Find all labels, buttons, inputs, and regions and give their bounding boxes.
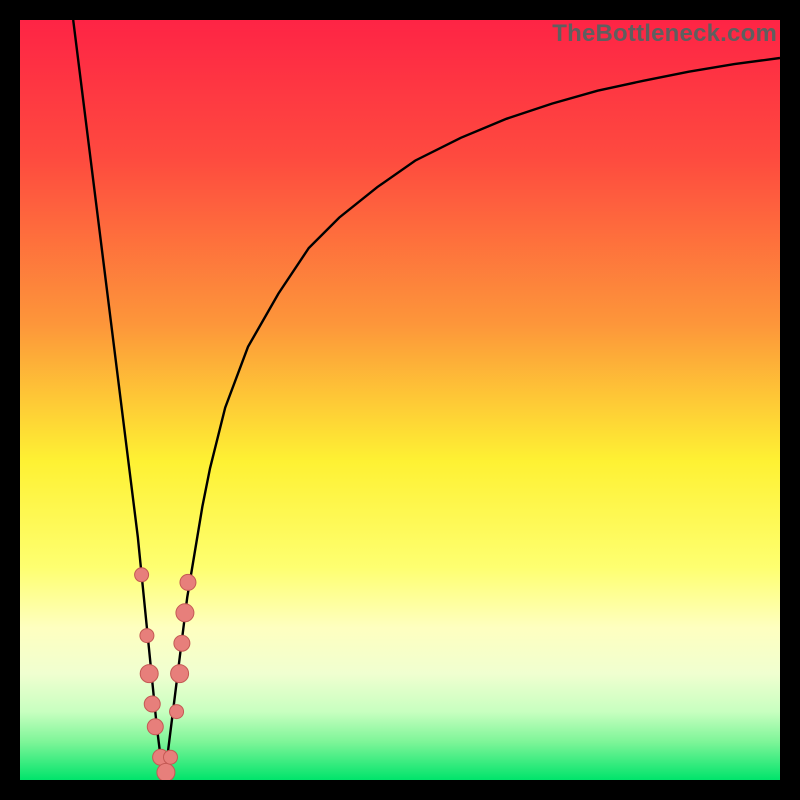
scatter-dot [147,719,163,735]
background-gradient [20,20,780,780]
bottleneck-chart [20,20,780,780]
scatter-dot [144,696,160,712]
scatter-dot [176,604,194,622]
plot-area: TheBottleneck.com [20,20,780,780]
scatter-dot [140,629,154,643]
scatter-dot [174,635,190,651]
scatter-dot [163,750,177,764]
scatter-dot [157,763,175,780]
chart-frame: TheBottleneck.com [0,0,800,800]
scatter-dot [140,665,158,683]
watermark-label: TheBottleneck.com [552,20,777,48]
scatter-dot [180,574,196,590]
scatter-dot [135,568,149,582]
scatter-dot [171,665,189,683]
scatter-dot [170,705,184,719]
